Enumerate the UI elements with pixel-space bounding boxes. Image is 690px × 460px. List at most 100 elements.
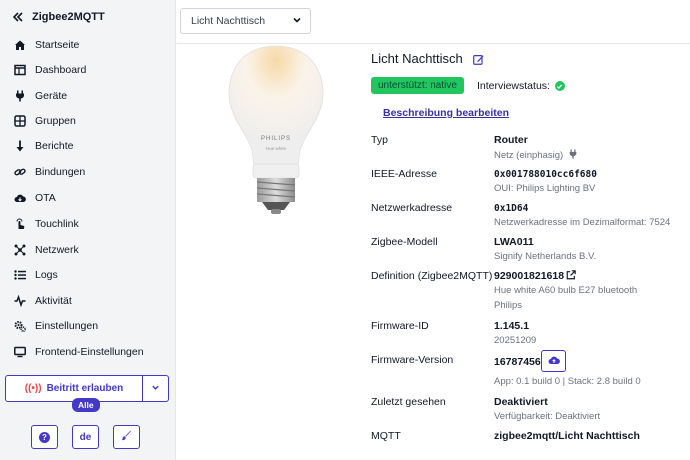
row-sub-fw-version: App: 0.1 build 0 | Stack: 2.8 build 0 <box>494 376 641 387</box>
sidebar-item-netzwerk[interactable]: Netzwerk <box>14 242 79 258</box>
touch-icon <box>14 218 26 230</box>
row-label-fw-version: Firmware-Version <box>371 354 454 366</box>
check-circle-icon <box>554 81 565 91</box>
sidebar-item-label: OTA <box>35 192 56 204</box>
chevron-down-icon <box>292 15 302 28</box>
home-icon <box>14 39 26 51</box>
chevron-down-icon <box>151 383 160 395</box>
edit-description-link[interactable]: Beschreibung bearbeiten <box>383 107 509 119</box>
sidebar-item-label: Startseite <box>35 39 80 51</box>
join-dropdown-toggle[interactable] <box>143 375 169 402</box>
sidebar-item-label: Gruppen <box>35 115 76 127</box>
monitor-icon <box>14 346 26 358</box>
row-sub-network: Netzwerkadresse im Dezimalformat: 7524 <box>494 217 671 228</box>
row-sub-last-seen: Verfügbarkeit: Deaktiviert <box>494 411 601 422</box>
list-icon <box>14 269 26 281</box>
brand[interactable]: Zigbee2MQTT <box>12 11 105 23</box>
sidebar-item-label: Berichte <box>35 140 74 152</box>
gears-icon <box>14 320 26 332</box>
row-label-fw-id: Firmware-ID <box>371 320 429 332</box>
arrow-down-icon <box>14 140 26 152</box>
check-update-button[interactable] <box>541 350 566 372</box>
chevrons-left-icon[interactable] <box>12 11 24 23</box>
row-sub-definition-vendor: Philips <box>494 300 522 311</box>
row-value-ieee: 0x001788010cc6f680 <box>494 169 597 180</box>
bulb-product: Hue white <box>265 146 286 151</box>
sidebar-item-label: Logs <box>35 269 58 281</box>
sidebar-item-logs[interactable]: Logs <box>14 267 58 283</box>
sidebar-item-label: Frontend-Einstellungen <box>35 346 144 358</box>
question-icon: ? <box>39 431 50 443</box>
sidebar-item-dashboard[interactable]: Dashboard <box>14 62 86 78</box>
row-value-definition[interactable]: 929001821618 <box>494 270 576 282</box>
sidebar-item-einstellungen[interactable]: Einstellungen <box>14 318 98 334</box>
device-image: PHILIPS Hue white <box>226 44 326 216</box>
row-label-mqtt: MQTT <box>371 430 401 442</box>
join-button-label: Beitritt erlauben <box>46 383 124 394</box>
row-sub-ieee: OUI: Philips Lighting BV <box>494 183 596 194</box>
row-label-model: Zigbee-Modell <box>371 236 438 248</box>
network-icon <box>14 244 26 256</box>
sidebar-item-label: Einstellungen <box>35 320 99 332</box>
sidebar-item-label: Bindungen <box>35 166 86 178</box>
groups-icon <box>14 115 26 127</box>
dashboard-icon <box>14 64 26 76</box>
interview-status: Interviewstatus: <box>477 80 565 92</box>
edit-icon[interactable] <box>472 53 485 65</box>
brush-icon <box>121 430 132 444</box>
broadcast-icon: ((•)) <box>24 383 42 394</box>
row-label-last-seen: Zuletzt gesehen <box>371 396 446 408</box>
sidebar-item-label: Touchlink <box>35 218 79 230</box>
sidebar-footer: ? de <box>31 425 140 449</box>
device-select-value: Licht Nachttisch <box>191 15 266 27</box>
language-label: de <box>79 431 92 443</box>
definition-link[interactable]: 929001821618 <box>494 270 564 282</box>
activity-icon <box>14 295 26 307</box>
device-title: Licht Nachttisch <box>371 51 485 66</box>
sidebar-item-geraete[interactable]: Geräte <box>14 88 67 104</box>
plug-icon <box>14 90 26 102</box>
row-label-ieee: IEEE-Adresse <box>371 168 437 180</box>
device-select[interactable]: Licht Nachttisch <box>180 8 311 34</box>
row-value-mqtt: zigbee2mqtt/Licht Nachttisch <box>494 430 640 442</box>
sidebar-item-bindungen[interactable]: Bindungen <box>14 164 85 180</box>
power-source: Netz (einphasig) <box>494 150 564 161</box>
row-label-type: Typ <box>371 134 388 146</box>
cloud-icon <box>14 192 26 204</box>
sidebar-item-aktivitaet[interactable]: Aktivität <box>14 293 72 309</box>
sidebar-item-ota[interactable]: OTA <box>14 190 56 206</box>
sidebar-item-frontend-einstellungen[interactable]: Frontend-Einstellungen <box>14 344 144 360</box>
row-value-fw-id: 1.145.1 <box>494 320 530 332</box>
row-label-network: Netzwerkadresse <box>371 202 453 214</box>
sidebar-item-label: Netzwerk <box>35 244 79 256</box>
sidebar-item-touchlink[interactable]: Touchlink <box>14 216 79 232</box>
language-button[interactable]: de <box>72 425 99 449</box>
row-value-network: 0x1D64 <box>494 203 529 214</box>
row-label-definition: Definition (Zigbee2MQTT) <box>371 270 493 282</box>
support-badge: unterstützt: native <box>371 77 464 94</box>
row-sub-fw-id: 20251209 <box>494 335 537 346</box>
theme-button[interactable] <box>113 425 140 449</box>
link-icon <box>14 166 26 178</box>
row-value-last-seen: Deaktiviert <box>494 396 548 408</box>
sidebar-item-startseite[interactable]: Startseite <box>14 37 79 53</box>
row-sub-definition: Hue white A60 bulb E27 bluetooth <box>494 285 638 296</box>
cloud-icon <box>548 354 560 369</box>
sidebar-item-berichte[interactable]: Berichte <box>14 138 74 154</box>
plug-icon <box>568 149 578 162</box>
sidebar-item-gruppen[interactable]: Gruppen <box>14 113 76 129</box>
bulb-brand: PHILIPS <box>260 136 291 142</box>
sidebar: Zigbee2MQTT Startseite Dashboard Geräte … <box>0 0 176 460</box>
device-name: Licht Nachttisch <box>371 51 463 66</box>
interview-label: Interviewstatus: <box>477 80 550 92</box>
sidebar-item-label: Geräte <box>35 90 68 102</box>
join-target-badge: Alle <box>72 398 100 412</box>
row-value-model: LWA011 <box>494 236 534 248</box>
row-sub-type: Netz (einphasig) <box>494 149 578 162</box>
row-sub-model: Signify Netherlands B.V. <box>494 251 597 262</box>
external-link-icon <box>566 270 576 280</box>
brand-label: Zigbee2MQTT <box>32 11 105 23</box>
row-value-type: Router <box>494 134 528 146</box>
help-button[interactable]: ? <box>31 425 58 449</box>
sidebar-item-label: Dashboard <box>35 64 87 76</box>
